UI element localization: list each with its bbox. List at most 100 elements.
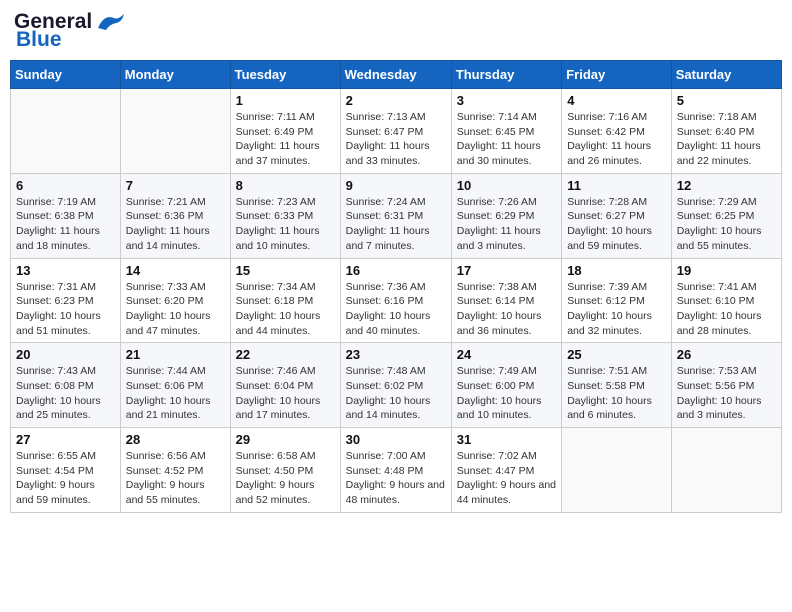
day-number: 23 (346, 347, 446, 362)
day-number: 26 (677, 347, 776, 362)
day-number: 16 (346, 263, 446, 278)
calendar-cell: 9Sunrise: 7:24 AM Sunset: 6:31 PM Daylig… (340, 173, 451, 258)
calendar-cell: 14Sunrise: 7:33 AM Sunset: 6:20 PM Dayli… (120, 258, 230, 343)
calendar-cell: 15 Sunrise: 7:34 AM Sunset: 6:18 PM Dayli… (230, 258, 340, 343)
calendar-cell (11, 89, 121, 174)
day-number: 18 (567, 263, 666, 278)
day-detail: Sunrise: 7:18 AM Sunset: 6:40 PM Dayligh… (677, 110, 776, 169)
calendar-cell: 6 Sunrise: 7:19 AM Sunset: 6:38 PM Daylig… (11, 173, 121, 258)
calendar-cell: 11 Sunrise: 7:28 AM Sunset: 6:27 PM Dayli… (562, 173, 672, 258)
calendar-cell: 12 Sunrise: 7:29 AM Sunset: 6:25 PM Dayli… (671, 173, 781, 258)
day-detail: Sunrise: 7:33 AM Sunset: 6:20 PM Dayligh… (126, 280, 225, 339)
day-detail: Sunrise: 7:48 AM Sunset: 6:02 PM Dayligh… (346, 364, 446, 423)
calendar-cell: 22 Sunrise: 7:46 AM Sunset: 6:04 PM Dayli… (230, 343, 340, 428)
weekday-header-wednesday: Wednesday (340, 61, 451, 89)
weekday-header-sunday: Sunday (11, 61, 121, 89)
day-number: 20 (16, 347, 115, 362)
calendar-cell: 17 Sunrise: 7:38 AM Sunset: 6:14 PM Dayli… (451, 258, 561, 343)
calendar-cell: 13 Sunrise: 7:31 AM Sunset: 6:23 PM Dayli… (11, 258, 121, 343)
day-number: 21 (126, 347, 225, 362)
calendar-cell: 20Sunrise: 7:43 AM Sunset: 6:08 PM Dayli… (11, 343, 121, 428)
day-number: 2 (346, 93, 446, 108)
day-detail: Sunrise: 6:56 AM Sunset: 4:52 PM Dayligh… (126, 449, 225, 508)
weekday-header-friday: Friday (562, 61, 672, 89)
day-number: 11 (567, 178, 666, 193)
calendar-cell: 28 Sunrise: 6:56 AM Sunset: 4:52 PM Dayli… (120, 428, 230, 513)
day-number: 31 (457, 432, 556, 447)
calendar-cell: 21 Sunrise: 7:44 AM Sunset: 6:06 PM Dayli… (120, 343, 230, 428)
day-detail: Sunrise: 7:44 AM Sunset: 6:06 PM Dayligh… (126, 364, 225, 423)
calendar-week-1: 1Sunrise: 7:11 AM Sunset: 6:49 PM Daylig… (11, 89, 782, 174)
day-number: 6 (16, 178, 115, 193)
calendar-cell: 31 Sunrise: 7:02 AM Sunset: 4:47 PM Dayli… (451, 428, 561, 513)
day-number: 4 (567, 93, 666, 108)
calendar-table: SundayMondayTuesdayWednesdayThursdayFrid… (10, 60, 782, 513)
day-number: 8 (236, 178, 335, 193)
day-detail: Sunrise: 7:02 AM Sunset: 4:47 PM Dayligh… (457, 449, 556, 508)
calendar-cell (120, 89, 230, 174)
day-number: 17 (457, 263, 556, 278)
day-detail: Sunrise: 7:39 AM Sunset: 6:12 PM Dayligh… (567, 280, 666, 339)
day-detail: Sunrise: 7:36 AM Sunset: 6:16 PM Dayligh… (346, 280, 446, 339)
calendar-cell: 1Sunrise: 7:11 AM Sunset: 6:49 PM Daylig… (230, 89, 340, 174)
day-number: 24 (457, 347, 556, 362)
day-number: 13 (16, 263, 115, 278)
weekday-header-saturday: Saturday (671, 61, 781, 89)
calendar-cell: 10 Sunrise: 7:26 AM Sunset: 6:29 PM Dayli… (451, 173, 561, 258)
day-number: 3 (457, 93, 556, 108)
day-detail: Sunrise: 7:49 AM Sunset: 6:00 PM Dayligh… (457, 364, 556, 423)
day-number: 7 (126, 178, 225, 193)
calendar-body: 1Sunrise: 7:11 AM Sunset: 6:49 PM Daylig… (11, 89, 782, 513)
day-detail: Sunrise: 7:19 AM Sunset: 6:38 PM Dayligh… (16, 195, 115, 254)
weekday-header-tuesday: Tuesday (230, 61, 340, 89)
day-detail: Sunrise: 7:29 AM Sunset: 6:25 PM Dayligh… (677, 195, 776, 254)
day-detail: Sunrise: 7:13 AM Sunset: 6:47 PM Dayligh… (346, 110, 446, 169)
calendar-cell: 25Sunrise: 7:51 AM Sunset: 5:58 PM Dayli… (562, 343, 672, 428)
day-number: 12 (677, 178, 776, 193)
day-number: 27 (16, 432, 115, 447)
calendar-cell: 2 Sunrise: 7:13 AM Sunset: 6:47 PM Daylig… (340, 89, 451, 174)
calendar-cell: 19Sunrise: 7:41 AM Sunset: 6:10 PM Dayli… (671, 258, 781, 343)
calendar-cell: 29 Sunrise: 6:58 AM Sunset: 4:50 PM Dayli… (230, 428, 340, 513)
day-detail: Sunrise: 7:34 AM Sunset: 6:18 PM Dayligh… (236, 280, 335, 339)
day-detail: Sunrise: 6:58 AM Sunset: 4:50 PM Dayligh… (236, 449, 335, 508)
calendar-cell: 30 Sunrise: 7:00 AM Sunset: 4:48 PM Dayli… (340, 428, 451, 513)
day-detail: Sunrise: 7:53 AM Sunset: 5:56 PM Dayligh… (677, 364, 776, 423)
logo: General Blue (14, 10, 128, 52)
day-detail: Sunrise: 7:14 AM Sunset: 6:45 PM Dayligh… (457, 110, 556, 169)
calendar-week-5: 27Sunrise: 6:55 AM Sunset: 4:54 PM Dayli… (11, 428, 782, 513)
logo-blue: Blue (14, 28, 62, 52)
calendar-cell: 27Sunrise: 6:55 AM Sunset: 4:54 PM Dayli… (11, 428, 121, 513)
day-detail: Sunrise: 7:31 AM Sunset: 6:23 PM Dayligh… (16, 280, 115, 339)
day-number: 19 (677, 263, 776, 278)
calendar-cell: 7 Sunrise: 7:21 AM Sunset: 6:36 PM Daylig… (120, 173, 230, 258)
day-detail: Sunrise: 7:38 AM Sunset: 6:14 PM Dayligh… (457, 280, 556, 339)
day-number: 25 (567, 347, 666, 362)
day-number: 30 (346, 432, 446, 447)
calendar-week-3: 13 Sunrise: 7:31 AM Sunset: 6:23 PM Dayli… (11, 258, 782, 343)
calendar-cell: 18 Sunrise: 7:39 AM Sunset: 6:12 PM Dayli… (562, 258, 672, 343)
day-detail: Sunrise: 7:28 AM Sunset: 6:27 PM Dayligh… (567, 195, 666, 254)
calendar-cell: 3 Sunrise: 7:14 AM Sunset: 6:45 PM Daylig… (451, 89, 561, 174)
day-detail: Sunrise: 7:16 AM Sunset: 6:42 PM Dayligh… (567, 110, 666, 169)
weekday-header-row: SundayMondayTuesdayWednesdayThursdayFrid… (11, 61, 782, 89)
day-number: 22 (236, 347, 335, 362)
calendar-cell: 24 Sunrise: 7:49 AM Sunset: 6:00 PM Dayli… (451, 343, 561, 428)
calendar-cell: 4 Sunrise: 7:16 AM Sunset: 6:42 PM Daylig… (562, 89, 672, 174)
day-detail: Sunrise: 7:00 AM Sunset: 4:48 PM Dayligh… (346, 449, 446, 508)
logo-bird-icon (96, 12, 128, 32)
weekday-header-thursday: Thursday (451, 61, 561, 89)
day-detail: Sunrise: 7:26 AM Sunset: 6:29 PM Dayligh… (457, 195, 556, 254)
calendar-cell (562, 428, 672, 513)
day-detail: Sunrise: 7:46 AM Sunset: 6:04 PM Dayligh… (236, 364, 335, 423)
day-number: 15 (236, 263, 335, 278)
calendar-cell (671, 428, 781, 513)
day-detail: Sunrise: 7:23 AM Sunset: 6:33 PM Dayligh… (236, 195, 335, 254)
day-number: 29 (236, 432, 335, 447)
day-number: 28 (126, 432, 225, 447)
day-number: 10 (457, 178, 556, 193)
day-number: 5 (677, 93, 776, 108)
calendar-cell: 8 Sunrise: 7:23 AM Sunset: 6:33 PM Daylig… (230, 173, 340, 258)
day-detail: Sunrise: 7:24 AM Sunset: 6:31 PM Dayligh… (346, 195, 446, 254)
day-detail: Sunrise: 7:21 AM Sunset: 6:36 PM Dayligh… (126, 195, 225, 254)
